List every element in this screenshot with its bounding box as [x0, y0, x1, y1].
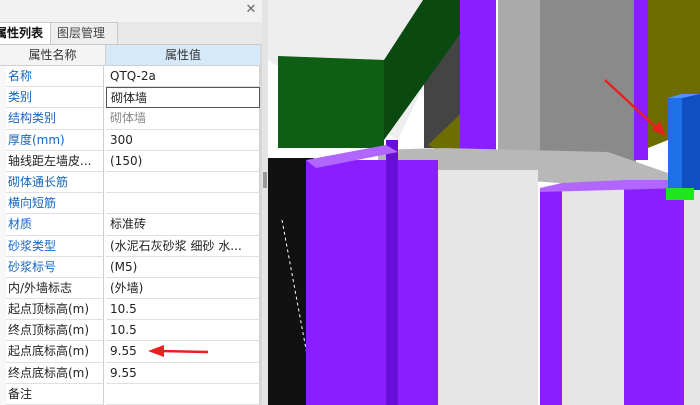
- property-name: 横向短筋: [6, 193, 104, 215]
- white-wall-panel-3: [684, 180, 700, 405]
- property-value[interactable]: (M5): [106, 256, 260, 278]
- panel-tab-bar: 属性列表 图层管理: [0, 22, 262, 45]
- property-value[interactable]: QTQ-2a: [106, 66, 260, 88]
- purple-wall-block-3: [540, 188, 562, 405]
- splitter-grip-icon[interactable]: [263, 172, 267, 188]
- property-row[interactable]: 砌体通长筋: [0, 171, 262, 195]
- close-icon[interactable]: ✕: [244, 3, 258, 17]
- selected-wall-marker[interactable]: [666, 188, 694, 200]
- column-header-value: 属性值: [106, 45, 261, 66]
- purple-column-upper: [460, 0, 496, 158]
- property-value[interactable]: 300: [106, 129, 260, 151]
- property-name: 轴线距左墙皮...: [6, 150, 104, 172]
- property-name: 结构类别: [6, 108, 104, 130]
- property-value[interactable]: 标准砖: [106, 214, 260, 236]
- purple-wall-edge-1: [386, 140, 398, 405]
- property-value-editor[interactable]: 砌体墙: [106, 87, 260, 109]
- purple-wall-block-2: [398, 160, 438, 405]
- property-name: 厚度(mm): [6, 129, 104, 151]
- tab-layer-management[interactable]: 图层管理: [50, 22, 118, 44]
- property-value[interactable]: [106, 383, 260, 405]
- property-row[interactable]: 砂浆类型 (水泥石灰砂浆 细砂 水...: [0, 235, 262, 258]
- grid-rows: 名称 QTQ-2a 类别 砌体墙 结构类别 砌体墙 厚度(mm) 300 轴线距左墙皮... (1…: [0, 66, 262, 405]
- property-value[interactable]: [106, 171, 260, 194]
- property-value[interactable]: (150): [106, 150, 260, 172]
- property-name: 终点顶标高(m): [6, 320, 104, 342]
- property-row[interactable]: 轴线距左墙皮... (150): [0, 150, 262, 173]
- property-row[interactable]: 材质 标准砖: [0, 214, 262, 237]
- property-value[interactable]: 砌体墙: [106, 108, 260, 130]
- property-name: 砌体通长筋: [6, 171, 104, 194]
- property-grid: 属性名称 属性值 名称 QTQ-2a 类别 砌体墙 结构类别 砌体墙 厚度(mm) 300 轴线…: [0, 45, 262, 405]
- back-wall-grey: [540, 0, 636, 165]
- property-row[interactable]: 厚度(mm) 300: [0, 129, 262, 152]
- property-value[interactable]: 9.55: [106, 341, 260, 363]
- property-name: 终点底标高(m): [6, 362, 104, 384]
- property-name: 备注: [6, 383, 104, 405]
- property-name: 起点顶标高(m): [6, 299, 104, 321]
- selected-column-side: [682, 94, 700, 190]
- grey-divider: [498, 0, 540, 158]
- 3d-scene[interactable]: [268, 0, 700, 405]
- property-row[interactable]: 名称 QTQ-2a: [0, 66, 262, 89]
- property-value[interactable]: 9.55: [106, 362, 260, 384]
- property-row[interactable]: 砂浆标号 (M5): [0, 256, 262, 279]
- property-row[interactable]: 备注: [0, 383, 262, 405]
- property-value[interactable]: (外墙): [106, 277, 260, 300]
- property-name: 砂浆类型: [6, 235, 104, 257]
- purple-column-right: [634, 0, 648, 160]
- property-row[interactable]: 内/外墙标志 (外墙): [0, 277, 262, 301]
- selected-column[interactable]: [668, 98, 682, 190]
- property-value[interactable]: [106, 193, 260, 215]
- grid-header-row: 属性名称 属性值: [0, 45, 262, 66]
- column-header-name: 属性名称: [0, 45, 106, 66]
- property-name: 起点底标高(m): [6, 341, 104, 363]
- property-panel: ✕ 属性列表 图层管理 属性名称 属性值 名称QTQ-2a类别砌体墙结构类别砌体…: [0, 0, 263, 405]
- property-name: 内/外墙标志: [6, 277, 104, 300]
- property-name: 类别: [6, 87, 104, 109]
- purple-wall-block-1: [306, 160, 386, 405]
- property-name: 材质: [6, 214, 104, 236]
- white-wall-panel-2: [562, 188, 624, 405]
- property-value[interactable]: (水泥石灰砂浆 细砂 水...: [106, 235, 260, 257]
- purple-wall-block-4: [624, 180, 684, 405]
- property-row[interactable]: 类别 砌体墙: [0, 87, 262, 110]
- panel-title-bar: ✕: [0, 0, 262, 22]
- property-row[interactable]: 终点顶标高(m) 10.5: [0, 320, 262, 343]
- property-row[interactable]: 结构类别 砌体墙: [0, 108, 262, 131]
- property-row[interactable]: 终点底标高(m) 9.55: [0, 362, 262, 385]
- 3d-viewport[interactable]: [268, 0, 700, 405]
- property-name: 砂浆标号: [6, 256, 104, 278]
- white-wall-panel-1: [438, 170, 538, 405]
- green-wall-front: [278, 56, 384, 148]
- property-row[interactable]: 横向短筋: [0, 193, 262, 216]
- property-name: 名称: [6, 66, 104, 88]
- property-value[interactable]: 10.5: [106, 320, 260, 342]
- property-row[interactable]: 起点顶标高(m) 10.5: [0, 299, 262, 322]
- property-row[interactable]: 起点底标高(m) 9.55: [0, 341, 262, 364]
- property-value[interactable]: 10.5: [106, 299, 260, 321]
